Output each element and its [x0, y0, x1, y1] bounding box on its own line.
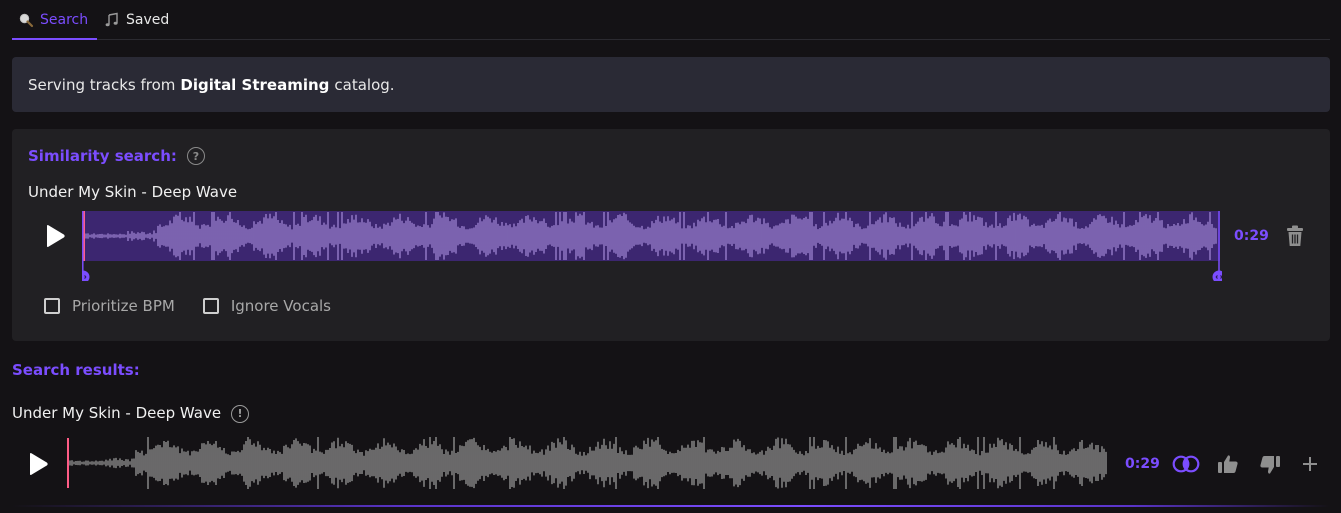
- result-waveform[interactable]: [66, 436, 1110, 490]
- similarity-time: 0:29: [1234, 228, 1269, 244]
- search-results-title: Search results:: [12, 361, 140, 379]
- tab-search-label: Search: [40, 12, 89, 28]
- result-waveform-bars: [69, 437, 1107, 489]
- help-icon[interactable]: ?: [186, 147, 205, 165]
- trash-icon[interactable]: [1285, 225, 1305, 247]
- waveform-path: [69, 437, 1107, 489]
- search-options: Prioritize BPM Ignore Vocals: [44, 297, 331, 315]
- compare-icon[interactable]: [1172, 455, 1200, 473]
- result-divider: [12, 505, 1330, 507]
- thumbs-up-icon[interactable]: [1217, 454, 1239, 474]
- result-time: 0:29: [1125, 456, 1160, 472]
- thumbs-down-icon[interactable]: [1259, 455, 1281, 475]
- waveform-selection[interactable]: [76, 211, 1226, 284]
- result-play-icon[interactable]: [25, 451, 51, 477]
- add-icon[interactable]: [1302, 456, 1318, 472]
- checkbox-box[interactable]: [44, 298, 60, 314]
- tab-bar: Search Saved: [12, 0, 1330, 40]
- result-waveform-svg[interactable]: [66, 436, 1110, 490]
- music-notes-icon: [105, 12, 118, 27]
- warning-icon[interactable]: !: [231, 404, 250, 423]
- prioritize-bpm-label: Prioritize BPM: [72, 297, 175, 315]
- catalog-banner: Serving tracks from Digital Streaming ca…: [12, 57, 1330, 112]
- ignore-vocals-checkbox[interactable]: Ignore Vocals: [202, 297, 331, 315]
- checkbox-box[interactable]: [202, 298, 219, 314]
- tab-saved-label: Saved: [126, 12, 170, 28]
- banner-prefix: Serving tracks from: [28, 75, 176, 94]
- magnifier-icon: [19, 13, 34, 28]
- result-track-title: Under My Skin - Deep Wave: [12, 404, 222, 422]
- similarity-panel: Similarity search: ? Under My Skin - Dee…: [12, 129, 1330, 341]
- ignore-vocals-label: Ignore Vocals: [230, 297, 331, 315]
- similarity-waveform[interactable]: [76, 211, 1226, 284]
- play-icon[interactable]: [42, 223, 68, 249]
- end-handle[interactable]: [1212, 270, 1226, 284]
- similarity-title: Similarity search: ?: [28, 147, 205, 165]
- result-track-row-title: Under My Skin - Deep Wave!: [12, 404, 250, 423]
- active-tab-indicator: [12, 38, 97, 40]
- banner-catalog-name: Digital Streaming: [180, 75, 330, 94]
- similarity-track-title: Under My Skin - Deep Wave: [28, 183, 238, 201]
- prioritize-bpm-checkbox[interactable]: Prioritize BPM: [44, 297, 175, 315]
- similarity-title-label: Similarity search:: [28, 147, 177, 165]
- tab-search[interactable]: Search: [18, 0, 88, 40]
- start-handle[interactable]: [76, 270, 90, 284]
- banner-suffix: catalog.: [334, 75, 395, 94]
- tab-saved[interactable]: Saved: [104, 0, 169, 40]
